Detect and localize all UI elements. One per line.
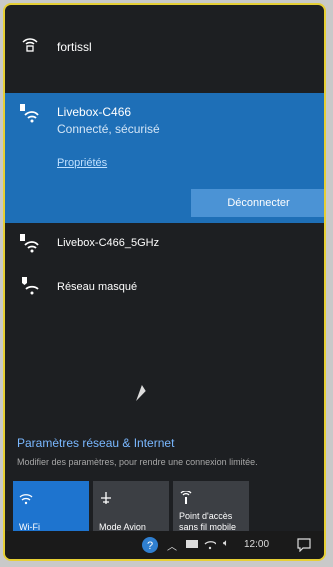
network-settings-link[interactable]: Paramètres réseau & Internet: [17, 436, 174, 450]
mouse-pointer-icon: [136, 385, 148, 401]
battery-icon[interactable]: [186, 540, 198, 548]
network-settings-description: Modifier des paramètres, pour rendre une…: [17, 457, 258, 467]
secured-wifi-icon: [20, 104, 39, 123]
notification-icon[interactable]: [297, 538, 311, 552]
network-name: Réseau masqué: [57, 281, 138, 293]
disconnect-button[interactable]: Déconnecter: [191, 189, 324, 217]
network-name: Livebox-C466_5GHz: [57, 237, 160, 249]
hidden-network-icon: [22, 277, 39, 295]
selected-network-name: Livebox-C466: [57, 105, 132, 119]
wifi-icon: [19, 494, 33, 505]
selected-network-status: Connecté, sécurisé: [57, 122, 160, 136]
svg-text:?: ?: [147, 540, 153, 552]
wifi-tray-icon[interactable]: [204, 538, 216, 550]
network-item-fortissl[interactable]: fortissl: [5, 31, 324, 61]
network-item-hidden[interactable]: Réseau masqué: [5, 274, 324, 302]
help-icon[interactable]: ?: [141, 536, 159, 554]
volume-icon[interactable]: 🔈︎: [223, 538, 229, 549]
hotspot-label: Point d'accès sans fil mobile: [179, 511, 236, 533]
chevron-up-icon[interactable]: ︿: [167, 538, 177, 553]
network-item-5ghz[interactable]: Livebox-C466_5GHz: [5, 231, 324, 259]
hotspot-icon: [180, 491, 192, 504]
properties-link[interactable]: Propriétés: [57, 157, 107, 169]
globe-network-icon: [22, 38, 38, 52]
airplane-icon: [101, 492, 111, 504]
secured-wifi-icon: [20, 234, 39, 253]
selected-network-panel[interactable]: Livebox-C466 Connecté, sécurisé Propriét…: [5, 93, 324, 223]
network-name: fortissl: [57, 40, 92, 54]
clock[interactable]: 12:00: [244, 539, 269, 550]
hotspot-label-line1: Point d'accès: [179, 511, 233, 521]
taskbar: ? ︿ 🔈︎ 12:00: [5, 531, 324, 559]
network-flyout: fortissl Livebox-C466 Connecté, sécurisé…: [3, 3, 326, 561]
